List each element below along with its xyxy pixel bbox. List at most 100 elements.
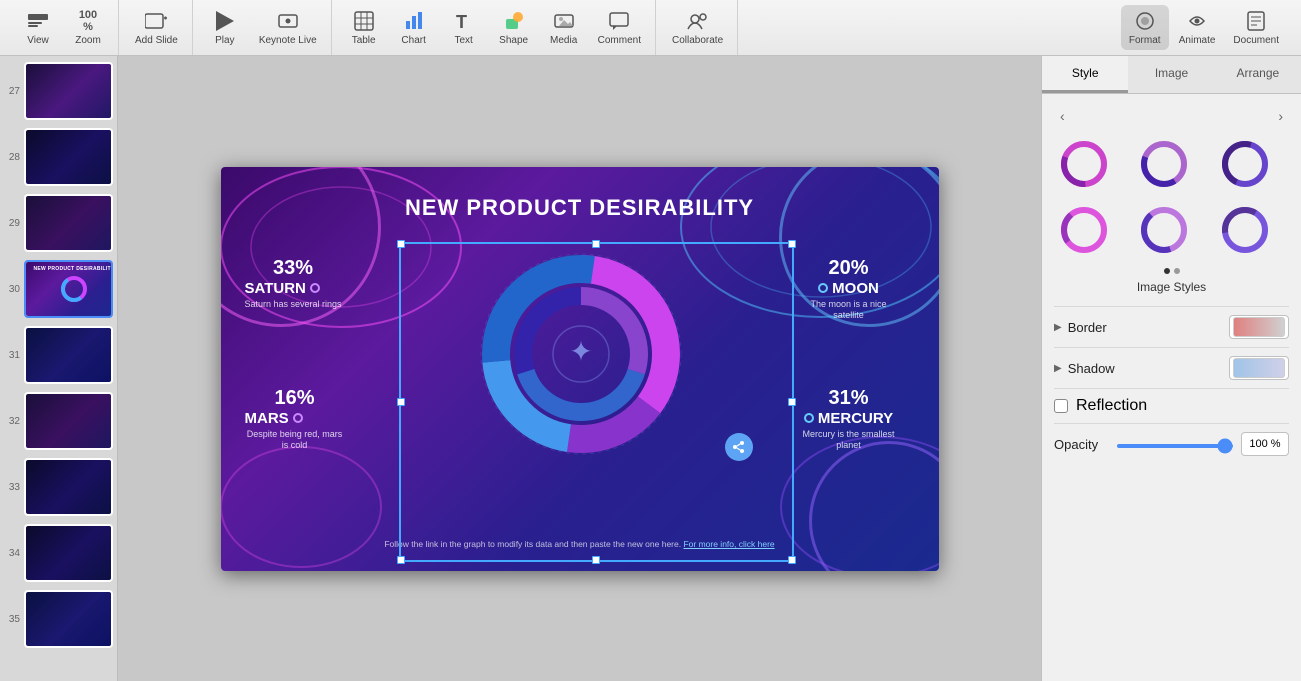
slide-row-28: 28 xyxy=(4,126,113,188)
sel-handle-bl[interactable] xyxy=(397,556,405,564)
border-row[interactable]: ▶ Border xyxy=(1054,306,1289,347)
svg-text:T: T xyxy=(456,12,467,31)
img-style-1[interactable] xyxy=(1054,134,1114,194)
border-label: Border xyxy=(1068,320,1107,335)
slide-num-32: 32 xyxy=(4,416,20,427)
slide-title: NEW PRODUCT DESIRABILITY xyxy=(221,195,939,221)
slide-row-30: 30 NEW PRODUCT DESIRABILITY xyxy=(4,258,113,320)
sel-handle-tl[interactable] xyxy=(397,240,405,248)
slide-thumb-35[interactable] xyxy=(24,590,113,648)
media-button[interactable]: Media xyxy=(540,5,588,50)
slide-thumb-27[interactable] xyxy=(24,62,113,120)
play-label: Play xyxy=(215,35,234,46)
animate-icon xyxy=(1185,9,1209,33)
slide-thumb-30[interactable]: NEW PRODUCT DESIRABILITY xyxy=(24,260,113,318)
play-button[interactable]: Play xyxy=(201,5,249,50)
slide-thumb-28[interactable] xyxy=(24,128,113,186)
slide-row-27: 27 xyxy=(4,60,113,122)
shadow-swatch-box[interactable] xyxy=(1229,356,1289,380)
table-button[interactable]: Table xyxy=(340,5,388,50)
slide-num-28: 28 xyxy=(4,152,20,163)
slide-row-31: 31 xyxy=(4,324,113,386)
border-color-swatch xyxy=(1233,317,1285,337)
text-button[interactable]: T Text xyxy=(440,5,488,50)
table-label: Table xyxy=(352,35,376,46)
saturn-dot xyxy=(310,283,320,293)
text-label: Text xyxy=(454,35,472,46)
shape-button[interactable]: Shape xyxy=(490,5,538,50)
animate-label: Animate xyxy=(1179,35,1216,46)
glow-br xyxy=(809,441,939,571)
slide-thumb-29[interactable] xyxy=(24,194,113,252)
reflection-row: Reflection xyxy=(1054,388,1289,423)
slide-row-34: 34 xyxy=(4,522,113,584)
shape-icon xyxy=(502,9,526,33)
tab-style[interactable]: Style xyxy=(1042,56,1128,93)
style-nav-right[interactable]: › xyxy=(1272,106,1289,126)
keynote-live-button[interactable]: Keynote Live xyxy=(251,5,325,50)
style-nav-left[interactable]: ‹ xyxy=(1054,106,1071,126)
format-button[interactable]: Format xyxy=(1121,5,1169,50)
document-button[interactable]: Document xyxy=(1225,5,1287,50)
moon-dot xyxy=(818,283,828,293)
reflection-checkbox[interactable] xyxy=(1054,399,1068,413)
view-button[interactable]: View xyxy=(14,5,62,50)
collaborate-button[interactable]: Collaborate xyxy=(664,5,731,50)
add-slide-button[interactable]: Add Slide xyxy=(127,5,186,50)
tab-image[interactable]: Image xyxy=(1128,56,1214,93)
slide-thumb-31[interactable] xyxy=(24,326,113,384)
slide-num-33: 33 xyxy=(4,482,20,493)
table-icon xyxy=(352,9,376,33)
comment-button[interactable]: Comment xyxy=(590,5,649,50)
img-style-2[interactable] xyxy=(1134,134,1194,194)
opacity-slider[interactable] xyxy=(1117,444,1233,448)
sel-handle-tr[interactable] xyxy=(788,240,796,248)
slide-thumb-32[interactable] xyxy=(24,392,113,450)
comment-label: Comment xyxy=(598,35,641,46)
bottom-text: Follow the link in the graph to modify i… xyxy=(221,538,939,551)
stat-mars: 16% MARS Despite being red, mars is cold xyxy=(245,387,345,452)
slide-row-35: 35 xyxy=(4,588,113,650)
shadow-triangle: ▶ xyxy=(1054,363,1062,374)
sel-handle-ml[interactable] xyxy=(397,398,405,406)
canvas-area[interactable]: NEW PRODUCT DESIRABILITY 33% SATURN Satu… xyxy=(118,56,1041,681)
slide-num-34: 34 xyxy=(4,548,20,559)
donut-chart[interactable]: ✦ xyxy=(471,239,691,469)
bottom-text-static: Follow the link in the graph to modify i… xyxy=(384,539,681,549)
svg-text:✦: ✦ xyxy=(569,336,592,367)
sel-handle-br[interactable] xyxy=(788,556,796,564)
slide-num-31: 31 xyxy=(4,350,20,361)
img-style-5[interactable] xyxy=(1134,200,1194,260)
sel-handle-bc[interactable] xyxy=(592,556,600,564)
slide-thumb-34[interactable] xyxy=(24,524,113,582)
style-nav: ‹ › xyxy=(1054,106,1289,126)
zoom-icon: 100 % xyxy=(76,9,100,33)
slide-panel: 27 28 29 30 NEW PRODUCT DESIRABILITY xyxy=(0,56,118,681)
shadow-row[interactable]: ▶ Shadow xyxy=(1054,347,1289,388)
image-styles-grid xyxy=(1054,134,1289,260)
img-style-4[interactable] xyxy=(1054,200,1114,260)
animate-button[interactable]: Animate xyxy=(1171,5,1224,50)
format-label: Format xyxy=(1129,35,1161,46)
zoom-button[interactable]: 100 % Zoom xyxy=(64,5,112,50)
bottom-link[interactable]: For more info, click here xyxy=(683,539,774,549)
style-dot-bar xyxy=(1054,268,1289,274)
stat-mercury: 31% MERCURY Mercury is the smallest plan… xyxy=(799,387,899,452)
img-style-3[interactable] xyxy=(1215,134,1275,194)
mercury-dot xyxy=(804,413,814,423)
image-styles-section: ‹ › xyxy=(1054,106,1289,294)
share-button[interactable] xyxy=(725,433,753,461)
opacity-label: Opacity xyxy=(1054,437,1109,452)
shape-label: Shape xyxy=(499,35,528,46)
media-label: Media xyxy=(550,35,577,46)
slide-num-30: 30 xyxy=(4,284,20,295)
slide-thumb-33[interactable] xyxy=(24,458,113,516)
chart-button[interactable]: Chart xyxy=(390,5,438,50)
image-styles-label: Image Styles xyxy=(1054,280,1289,294)
sel-handle-mr[interactable] xyxy=(788,398,796,406)
img-style-6[interactable] xyxy=(1215,200,1275,260)
border-swatch-box[interactable] xyxy=(1229,315,1289,339)
mars-name: MARS xyxy=(245,410,345,427)
tab-arrange[interactable]: Arrange xyxy=(1215,56,1301,93)
panel-content: ‹ › xyxy=(1042,94,1301,681)
